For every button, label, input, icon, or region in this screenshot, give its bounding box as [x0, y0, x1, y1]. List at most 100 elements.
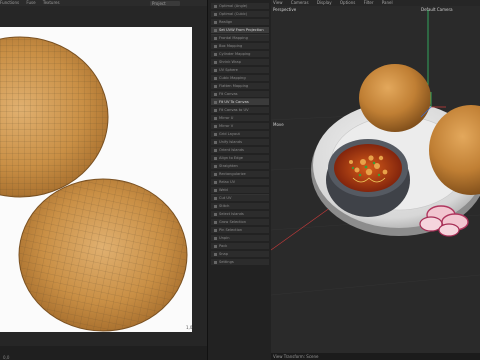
- uv-tool-button[interactable]: UV Sphere: [211, 67, 269, 73]
- uv-tool-button[interactable]: Optimal (Angle): [211, 3, 269, 9]
- uv-tool-button[interactable]: Grow Selection: [211, 219, 269, 225]
- uv-tool-button[interactable]: Straighten: [211, 163, 269, 169]
- puri-top-model: [359, 64, 431, 132]
- uv-tool-button[interactable]: Relax UV: [211, 179, 269, 185]
- uv-tool-button[interactable]: Fit Canvas: [211, 91, 269, 97]
- tool-icon: [214, 28, 217, 32]
- uv-tool-button[interactable]: Mirror U: [211, 115, 269, 121]
- uv-tool-label: Mirror V: [219, 124, 234, 128]
- uv-tool-label: Settings: [219, 260, 234, 264]
- uv-layout-graphic: [0, 36, 188, 332]
- uv-tool-label: Set UVW From Projection: [219, 28, 264, 32]
- uv-tool-button[interactable]: Weld: [211, 187, 269, 193]
- uv-tool-label: Unpin: [219, 236, 230, 240]
- uv-tool-button[interactable]: Pack: [211, 243, 269, 249]
- uv-tool-button[interactable]: Stitch: [211, 203, 269, 209]
- viewport-footer: View Transform: Scene: [271, 353, 480, 360]
- move-tool-label[interactable]: Move: [273, 122, 284, 127]
- uv-tool-button[interactable]: Snap: [211, 251, 269, 257]
- uv-tool-button[interactable]: Cubic Mapping: [211, 75, 269, 81]
- uv-tool-button[interactable]: Orient Islands: [211, 147, 269, 153]
- uv-tool-label: Unify Islands: [219, 140, 242, 144]
- uv-tool-label: Stitch: [219, 204, 230, 208]
- uv-tool-button[interactable]: Fit Canvas to UV: [211, 107, 269, 113]
- tool-icon: [214, 60, 217, 64]
- uv-tool-button[interactable]: Realign: [211, 19, 269, 25]
- uv-tool-button[interactable]: Optimal (Cubic): [211, 11, 269, 17]
- tool-icon: [214, 36, 217, 40]
- uv-tool-button[interactable]: Pin Selection: [211, 227, 269, 233]
- tool-icon: [214, 116, 217, 120]
- uv-tool-button[interactable]: Rectangularize: [211, 171, 269, 177]
- uv-tool-label: Weld: [219, 188, 228, 192]
- uv-tool-label: Grow Selection: [219, 220, 247, 224]
- tool-icon: [214, 156, 217, 160]
- tool-icon: [214, 236, 217, 240]
- tool-icon: [214, 100, 217, 104]
- uv-tool-label: Cut UV: [219, 196, 232, 200]
- uv-canvas[interactable]: 1,0: [0, 27, 192, 332]
- uv-tool-label: Pin Selection: [219, 228, 243, 232]
- tool-icon: [214, 20, 217, 24]
- uv-tool-label: Pack: [219, 244, 228, 248]
- uv-tool-button[interactable]: Mirror V: [211, 123, 269, 129]
- uv-tool-button[interactable]: Fit UV To Canvas: [211, 99, 269, 105]
- 3d-viewport[interactable]: View Cameras Display Options Filter Pane…: [271, 0, 480, 360]
- uv-tool-button[interactable]: Unify Islands: [211, 139, 269, 145]
- uv-tool-label: Frontal Mapping: [219, 36, 248, 40]
- uv-tool-label: Optimal (Angle): [219, 4, 248, 8]
- tool-icon: [214, 244, 217, 248]
- uv-tool-label: Rectangularize: [219, 172, 246, 176]
- uv-tool-label: Orient Islands: [219, 148, 244, 152]
- uv-tool-label: Grid Layout: [219, 132, 240, 136]
- uv-tool-button[interactable]: Settings: [211, 259, 269, 265]
- uv-tool-label: Fit Canvas to UV: [219, 108, 249, 112]
- tool-icon: [214, 68, 217, 72]
- projection-dropdown[interactable]: Project: [150, 0, 180, 6]
- tool-icon: [214, 220, 217, 224]
- tool-icon: [214, 12, 217, 16]
- uv-tool-label: Optimal (Cubic): [219, 12, 248, 16]
- tool-icon: [214, 180, 217, 184]
- tool-icon: [214, 124, 217, 128]
- uv-menu-item[interactable]: Textures: [43, 0, 60, 5]
- view-transform-label: View Transform: Scene: [273, 354, 319, 359]
- uv-tool-label: UV Sphere: [219, 68, 238, 72]
- tool-icon: [214, 44, 217, 48]
- uv-island-upper[interactable]: [0, 36, 109, 198]
- tool-icon: [214, 84, 217, 88]
- tool-icon: [214, 204, 217, 208]
- uv-tool-label: Shrink Wrap: [219, 60, 241, 64]
- uv-tool-button[interactable]: Box Mapping: [211, 43, 269, 49]
- uv-tool-label: Select Islands: [219, 212, 244, 216]
- tool-icon: [214, 4, 217, 8]
- uv-tool-button[interactable]: Shrink Wrap: [211, 59, 269, 65]
- tool-icon: [214, 252, 217, 256]
- tool-icon: [214, 212, 217, 216]
- uv-tool-button[interactable]: Flatten Mapping: [211, 83, 269, 89]
- tool-icon: [214, 148, 217, 152]
- uv-editor-footer: 0,0: [0, 346, 207, 360]
- uv-island-lower[interactable]: [18, 178, 188, 332]
- uv-origin-label: 0,0: [3, 355, 10, 360]
- uv-menu-item[interactable]: Functions: [0, 0, 19, 5]
- uv-tool-button[interactable]: Grid Layout: [211, 131, 269, 137]
- uv-tool-button[interactable]: Align to Edge: [211, 155, 269, 161]
- uv-tool-button[interactable]: Select Islands: [211, 211, 269, 217]
- uv-tool-button[interactable]: Frontal Mapping: [211, 35, 269, 41]
- uv-menu-item[interactable]: Fuse: [26, 0, 35, 5]
- uv-tool-label: Relax UV: [219, 180, 236, 184]
- tool-icon: [214, 164, 217, 168]
- uv-tool-button[interactable]: Cylinder Mapping: [211, 51, 269, 57]
- uv-tool-label: Cylinder Mapping: [219, 52, 251, 56]
- uv-tool-button[interactable]: Unpin: [211, 235, 269, 241]
- uv-tool-label: Box Mapping: [219, 44, 243, 48]
- uv-tool-label: Fit Canvas: [219, 92, 238, 96]
- uv-tool-button[interactable]: Cut UV: [211, 195, 269, 201]
- uv-tool-label: Straighten: [219, 164, 238, 168]
- uv-tool-button[interactable]: Set UVW From Projection: [211, 27, 269, 33]
- uv-editor-menubar: Functions Fuse Textures Project: [0, 0, 207, 6]
- uv-editor-panel[interactable]: Functions Fuse Textures Project 1,0 0,0: [0, 0, 207, 360]
- uv-tools-panel: Optimal (Angle) Optimal (Cubic) Realign Set…: [207, 0, 271, 360]
- uv-tool-label: Realign: [219, 20, 233, 24]
